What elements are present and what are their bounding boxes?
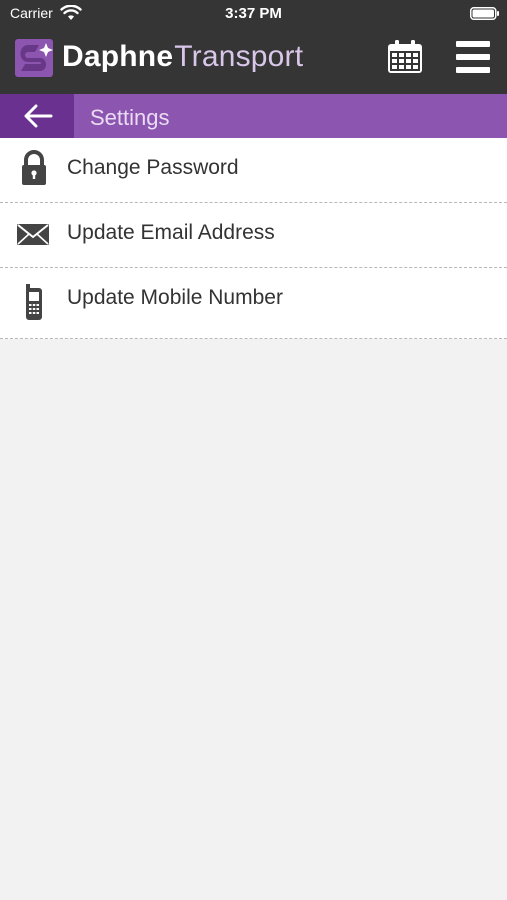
settings-item-change-password[interactable]: Change Password bbox=[0, 138, 507, 203]
page-title: Settings bbox=[90, 105, 170, 130]
settings-item-label: Update Email Address bbox=[67, 221, 275, 244]
app-screen: Carrier 3:37 PM DaphneTransport Settings… bbox=[0, 0, 507, 900]
settings-item-update-mobile[interactable]: Update Mobile Number bbox=[0, 268, 507, 339]
app-header: DaphneTransport bbox=[0, 28, 507, 94]
status-bar: Carrier 3:37 PM bbox=[0, 0, 507, 28]
hamburger-menu-icon bbox=[456, 41, 490, 73]
mobile-phone-icon bbox=[26, 284, 42, 320]
title-bar: Settings bbox=[0, 94, 507, 138]
top-bar: Carrier 3:37 PM DaphneTransport bbox=[0, 0, 507, 94]
brand-name-light: Transport bbox=[174, 40, 304, 73]
battery-icon bbox=[470, 7, 499, 20]
menu-button[interactable] bbox=[455, 40, 491, 74]
settings-item-label: Update Mobile Number bbox=[67, 286, 283, 309]
status-time: 3:37 PM bbox=[225, 5, 282, 22]
calendar-icon bbox=[388, 40, 422, 73]
settings-item-update-email[interactable]: Update Email Address bbox=[0, 203, 507, 268]
back-button[interactable] bbox=[0, 94, 74, 138]
arrow-left-icon bbox=[24, 104, 53, 128]
envelope-icon bbox=[17, 224, 49, 245]
settings-item-label: Change Password bbox=[67, 156, 239, 179]
logo-mark bbox=[15, 39, 53, 77]
brand-logo-text: DaphneTransport bbox=[62, 40, 303, 74]
lock-icon bbox=[22, 150, 46, 185]
brand-name-bold: Daphne bbox=[62, 40, 174, 73]
calendar-button[interactable] bbox=[387, 40, 423, 74]
settings-list: Change Password Update Email Address Upd… bbox=[0, 138, 507, 339]
